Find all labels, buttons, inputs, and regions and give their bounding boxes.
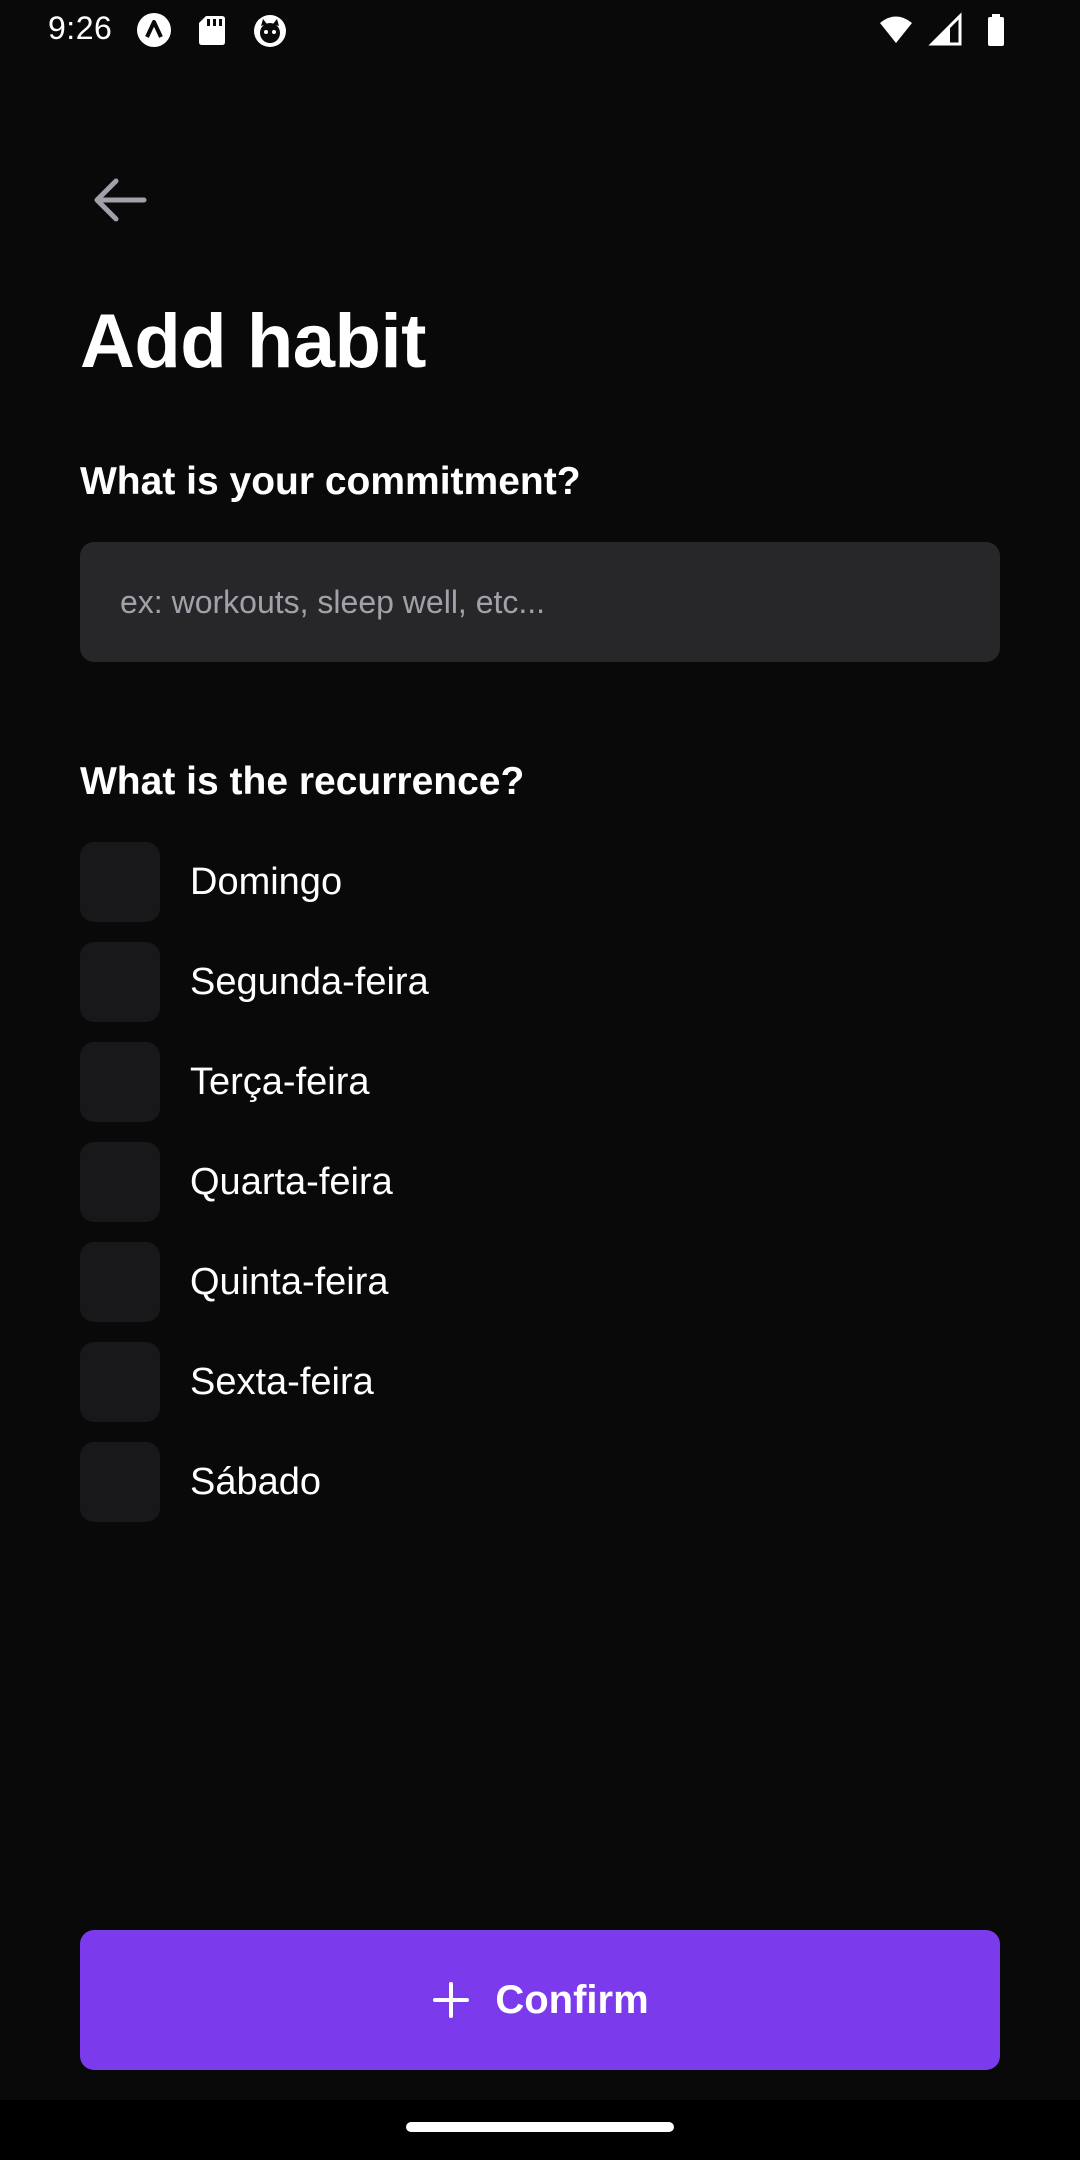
page-title: Add habit: [80, 299, 426, 384]
wifi-icon: [880, 16, 912, 43]
sd-card-icon: [199, 16, 225, 45]
status-system-icons: [878, 12, 1014, 48]
back-button[interactable]: [80, 160, 160, 240]
arrow-left-icon: [94, 178, 147, 222]
day-option-quinta-feira[interactable]: Quinta-feira: [80, 1242, 429, 1322]
day-label: Sexta-feira: [190, 1360, 374, 1403]
home-indicator[interactable]: [406, 2122, 674, 2132]
confirm-label: Confirm: [495, 1977, 649, 2022]
commitment-input[interactable]: [80, 542, 1000, 662]
day-checkbox[interactable]: [80, 1042, 160, 1122]
day-checkbox[interactable]: [80, 842, 160, 922]
day-option-sabado[interactable]: Sábado: [80, 1442, 429, 1522]
status-time: 9:26: [48, 10, 113, 46]
battery-icon: [988, 14, 1004, 46]
day-checkbox[interactable]: [80, 942, 160, 1022]
day-label: Domingo: [190, 860, 343, 903]
day-checkbox[interactable]: [80, 1242, 160, 1322]
status-notification-icons: [136, 12, 288, 48]
recurrence-label: What is the recurrence?: [80, 760, 525, 803]
status-bar: 9:26: [0, 0, 1080, 60]
day-checkbox[interactable]: [80, 1142, 160, 1222]
day-option-segunda-feira[interactable]: Segunda-feira: [80, 942, 429, 1022]
cell-signal-icon: [928, 12, 962, 46]
day-label: Terça-feira: [190, 1060, 370, 1103]
day-option-sexta-feira[interactable]: Sexta-feira: [80, 1342, 429, 1422]
day-option-domingo[interactable]: Domingo: [80, 842, 429, 922]
day-label: Quinta-feira: [190, 1260, 389, 1303]
day-label: Sábado: [190, 1460, 322, 1503]
day-checkbox[interactable]: [80, 1442, 160, 1522]
recurrence-day-list: Domingo Segunda-feira Terça-feira Quarta…: [80, 842, 429, 1542]
day-label: Quarta-feira: [190, 1160, 393, 1203]
app-a-icon: [137, 13, 171, 47]
day-label: Segunda-feira: [190, 960, 429, 1003]
confirm-button[interactable]: Confirm: [80, 1930, 1000, 2070]
day-option-quarta-feira[interactable]: Quarta-feira: [80, 1142, 429, 1222]
day-option-terca-feira[interactable]: Terça-feira: [80, 1042, 429, 1122]
day-checkbox[interactable]: [80, 1342, 160, 1422]
commitment-label: What is your commitment?: [80, 460, 581, 503]
plus-icon: [433, 1982, 470, 2018]
cat-face-icon: [254, 15, 286, 47]
